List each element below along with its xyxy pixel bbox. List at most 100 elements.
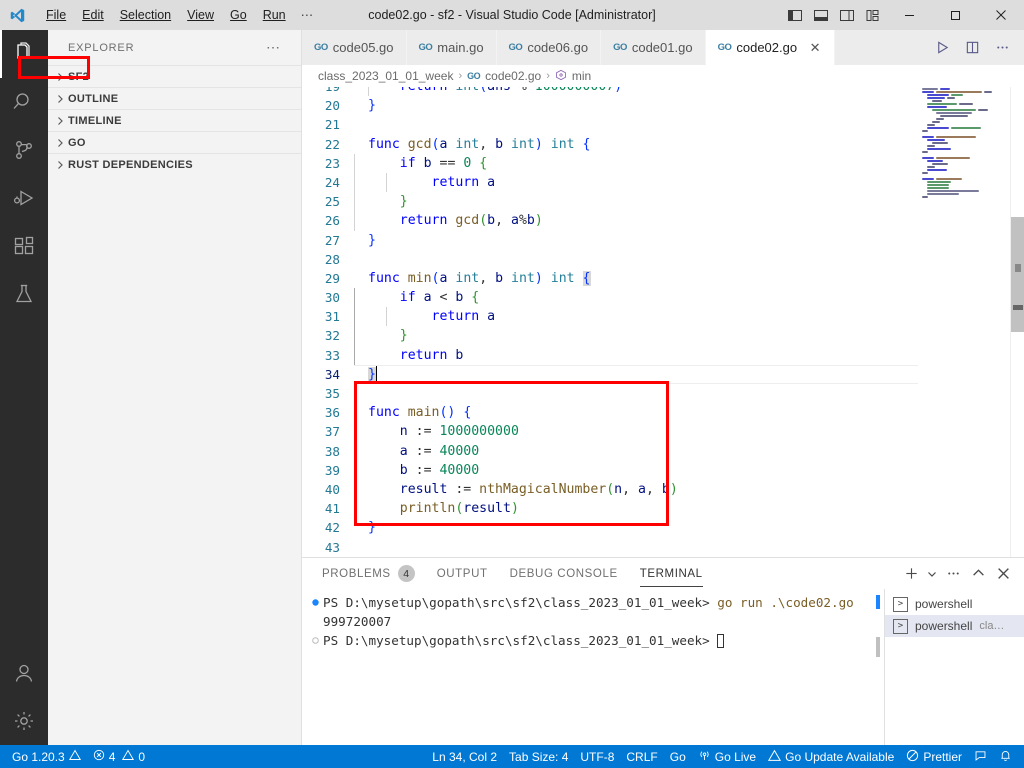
panel-tab-label: TERMINAL [639,567,703,580]
status-prettier[interactable]: Prettier [900,745,968,768]
activity-search-icon[interactable] [0,78,48,126]
panel-tab-terminal[interactable]: TERMINAL [639,558,703,589]
line-number: 39 [324,462,340,478]
activity-source-control-icon[interactable] [0,126,48,174]
tab-code02-go[interactable]: GO code02.go ✕ [705,30,836,65]
toggle-primary-sidebar-icon[interactable] [782,0,808,30]
activity-accounts-icon[interactable] [0,649,48,697]
status-eol[interactable]: CRLF [620,745,663,768]
breadcrumb-symbol[interactable]: min [572,69,591,83]
terminal-view[interactable]: PS D:\mysetup\gopath\src\sf2\class_2023_… [302,589,884,745]
tab-code01-go[interactable]: GO code01.go [601,30,706,65]
panel-tab-problems[interactable]: PROBLEMS 4 [322,558,415,589]
panel-tab-label: PROBLEMS [322,567,391,580]
minimize-button[interactable] [886,0,932,30]
tab-code05-go[interactable]: GO code05.go [302,30,407,65]
status-problems[interactable]: 4 0 [87,745,151,768]
panel-tab-label: OUTPUT [436,567,488,580]
terminal-list-sublabel: cla… [979,620,1005,632]
sidebar-section-label: GO [68,136,86,149]
warning-icon [122,749,135,764]
status-go-live[interactable]: Go Live [692,745,762,768]
breadcrumb-file[interactable]: code02.go [485,69,541,83]
customize-layout-icon[interactable] [860,0,886,30]
terminal-list-item-active[interactable]: > powershell cla… [885,615,1024,637]
status-encoding[interactable]: UTF-8 [574,745,620,768]
line-number: 25 [324,194,340,210]
activity-run-debug-icon[interactable] [0,174,48,222]
panel-more-actions-icon[interactable] [942,558,964,589]
activity-testing-icon[interactable] [0,270,48,318]
sidebar-more-actions-icon[interactable]: ⋯ [266,39,281,56]
sidebar-section-timeline[interactable]: TIMELINE [48,109,301,131]
terminal-line: PS D:\mysetup\gopath\src\sf2\class_2023_… [312,593,884,612]
menu-go[interactable]: Go [222,4,255,26]
new-terminal-icon[interactable] [900,558,922,589]
vscode-logo-icon [0,0,34,30]
activity-extensions-icon[interactable] [0,222,48,270]
status-notifications[interactable] [993,745,1018,768]
menu-view[interactable]: View [179,4,222,26]
tab-label: main.go [437,40,484,55]
status-go-version[interactable]: Go 1.20.3 [6,745,87,768]
sidebar-section-sf2[interactable]: SF2 [48,65,301,87]
tab-close-icon[interactable]: ✕ [808,40,822,56]
close-panel-icon[interactable] [992,558,1014,589]
toggle-secondary-sidebar-icon[interactable] [834,0,860,30]
maximize-button[interactable] [932,0,978,30]
menu-selection[interactable]: Selection [112,4,179,26]
line-number: 27 [324,232,340,248]
editor-minimap[interactable] [918,87,1010,557]
run-go-file-icon[interactable] [928,30,956,65]
maximize-panel-icon[interactable] [967,558,989,589]
symbol-function-icon [555,69,567,84]
line-content [354,538,376,557]
status-cursor-position[interactable]: Ln 34, Col 2 [426,745,503,768]
status-tab-size[interactable]: Tab Size: 4 [503,745,574,768]
status-feedback[interactable] [968,745,993,768]
code-line: 35 [302,384,1024,403]
line-content: return int(ans % 1000000007) [354,87,622,97]
status-go-update[interactable]: Go Update Available [762,745,900,768]
line-number: 24 [324,174,340,190]
terminal-scrollbar[interactable] [876,595,880,735]
editor-more-actions-icon[interactable] [988,30,1016,65]
panel-tab-debug-console[interactable]: DEBUG CONSOLE [510,558,618,589]
line-content: } [368,520,376,536]
status-language-mode[interactable]: Go [664,745,692,768]
terminal-scrollbar-thumb[interactable] [876,595,880,609]
activity-explorer-icon[interactable] [0,30,48,78]
editor-scrollbar[interactable] [1010,87,1024,557]
line-number: 42 [324,520,340,536]
menu-more[interactable]: ⋯ [294,4,322,26]
terminal-icon: > [893,596,908,612]
sidebar-section-rust-dependencies[interactable]: RUST DEPENDENCIES [48,153,301,175]
split-editor-icon[interactable] [958,30,986,65]
terminal-command: go run .\code02.go [709,595,854,610]
menu-selection-label: Selection [119,8,172,22]
sidebar-section-outline[interactable]: OUTLINE [48,87,301,109]
menu-view-label: View [187,8,215,22]
toggle-panel-icon[interactable] [808,0,834,30]
editor-scrollbar-thumb[interactable] [1011,217,1024,332]
line-number: 20 [324,98,340,114]
activity-manage-gear-icon[interactable] [0,697,48,745]
panel-tab-output[interactable]: OUTPUT [437,558,488,589]
sidebar-section-go[interactable]: GO [48,131,301,153]
menu-run[interactable]: Run [255,4,294,26]
line-content: } [354,326,408,346]
status-bar-right: Ln 34, Col 2 Tab Size: 4 UTF-8 CRLF Go G… [426,745,1018,768]
close-button[interactable] [978,0,1024,30]
tab-code06-go[interactable]: GO code06.go [496,30,602,65]
terminal-list-item[interactable]: > powershell [885,593,1024,615]
menu-edit[interactable]: Edit [74,4,112,26]
code-editor[interactable]: 19 return int(ans % 1000000007) 20 } 21 … [302,87,1024,557]
menu-file[interactable]: File [38,4,74,26]
tab-main-go[interactable]: GO main.go [406,30,497,65]
chevron-right-icon [52,91,68,107]
line-content: } [368,98,376,114]
terminal-dropdown-icon[interactable] [925,558,939,589]
terminal-scrollbar-thumb-2[interactable] [876,637,880,657]
breadcrumb-folder[interactable]: class_2023_01_01_week [318,69,453,83]
line-number: 40 [324,481,340,497]
